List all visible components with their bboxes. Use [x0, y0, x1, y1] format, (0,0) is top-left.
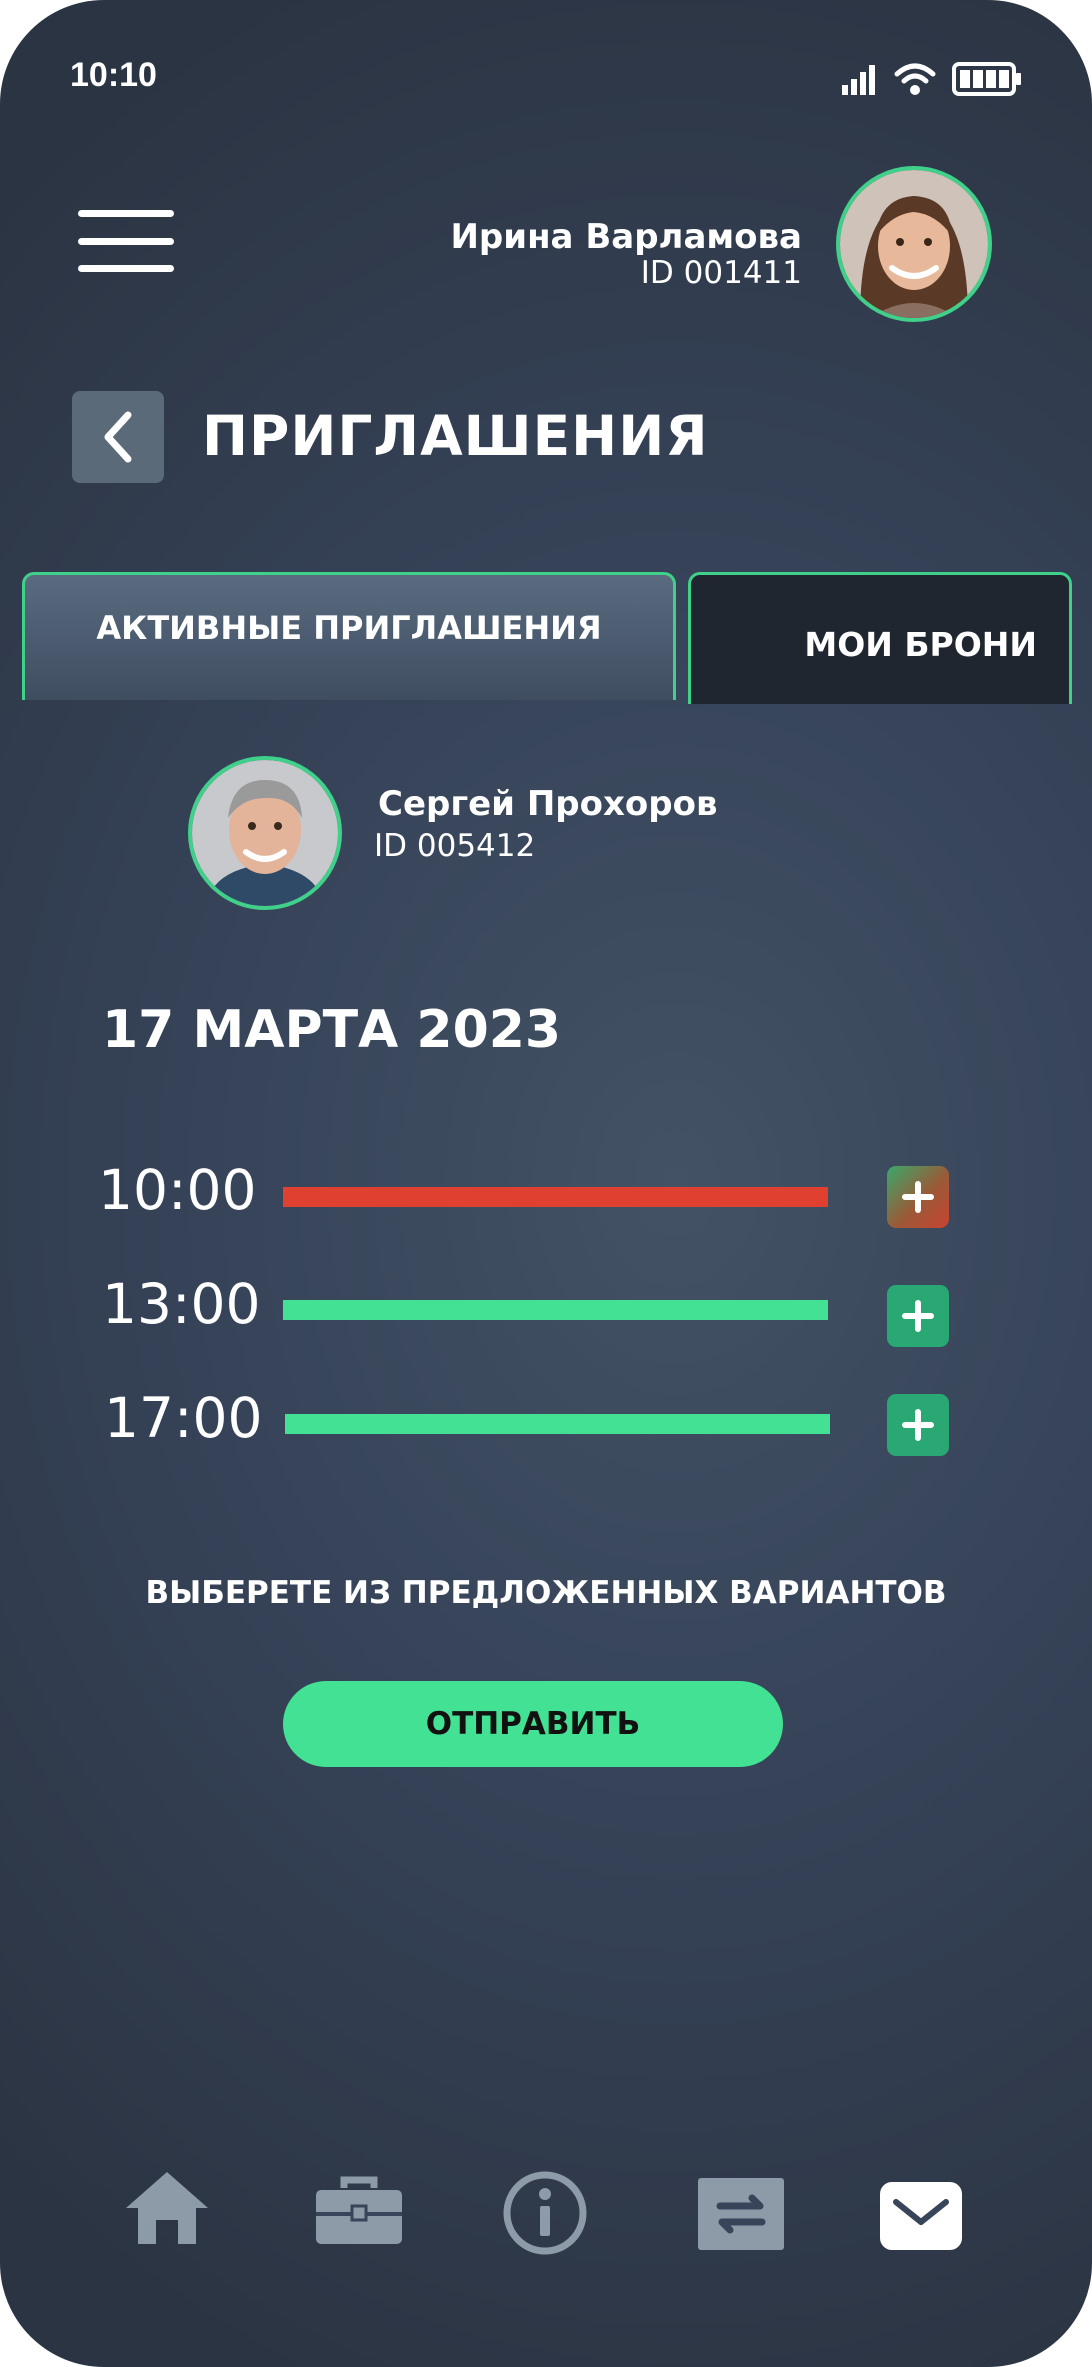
host-name: Сергей Прохоров	[378, 784, 718, 824]
signal-icon	[842, 65, 875, 95]
menu-line	[78, 210, 174, 217]
slot-time: 10:00	[98, 1158, 257, 1222]
phone-screen: 10:10 Ирина Варламова ID 001411 ПРИГЛАШЕ…	[0, 0, 1092, 2367]
host-id: ID 005412	[374, 828, 536, 864]
user-name: Ирина Варламова	[450, 217, 802, 257]
home-icon[interactable]	[124, 2168, 210, 2246]
slot-bar-free	[283, 1300, 828, 1320]
chevron-left-icon	[104, 411, 132, 463]
menu-line	[78, 265, 174, 272]
exchange-icon[interactable]	[698, 2178, 784, 2250]
plus-icon	[902, 1300, 934, 1332]
page-title: ПРИГЛАШЕНИЯ	[202, 404, 709, 468]
wifi-icon	[894, 63, 936, 95]
plus-icon	[902, 1409, 934, 1441]
slot-bar-free	[285, 1414, 830, 1434]
send-button[interactable]: ОТПРАВИТЬ	[283, 1681, 783, 1767]
tab-my-bookings[interactable]: МОИ БРОНИ	[688, 572, 1072, 704]
tab-active-invitations[interactable]: АКТИВНЫЕ ПРИГЛАШЕНИЯ	[22, 572, 676, 700]
slot-bar-busy	[283, 1187, 828, 1207]
menu-line	[78, 237, 174, 245]
host-avatar[interactable]	[188, 756, 342, 910]
slot-time: 17:00	[104, 1386, 263, 1450]
add-slot-button[interactable]	[887, 1285, 949, 1347]
add-slot-button[interactable]	[887, 1394, 949, 1456]
back-button[interactable]	[72, 391, 164, 483]
user-id: ID 001411	[640, 255, 802, 291]
hamburger-menu-button[interactable]	[78, 210, 174, 272]
briefcase-icon[interactable]	[314, 2176, 404, 2246]
plus-icon	[902, 1181, 934, 1213]
info-icon[interactable]	[502, 2170, 588, 2256]
invitation-date: 17 МАРТА 2023	[102, 1000, 562, 1060]
user-avatar[interactable]	[836, 166, 992, 322]
mail-icon[interactable]	[880, 2182, 962, 2250]
add-slot-button[interactable]	[887, 1166, 949, 1228]
status-icons	[842, 62, 1022, 96]
hint-text: ВЫБЕРЕТЕ ИЗ ПРЕДЛОЖЕННЫХ ВАРИАНТОВ	[145, 1575, 947, 1611]
slot-time: 13:00	[102, 1272, 261, 1336]
status-time: 10:10	[70, 56, 157, 94]
battery-icon	[952, 62, 1021, 96]
user-info: Ирина Варламова ID 001411	[450, 218, 802, 290]
